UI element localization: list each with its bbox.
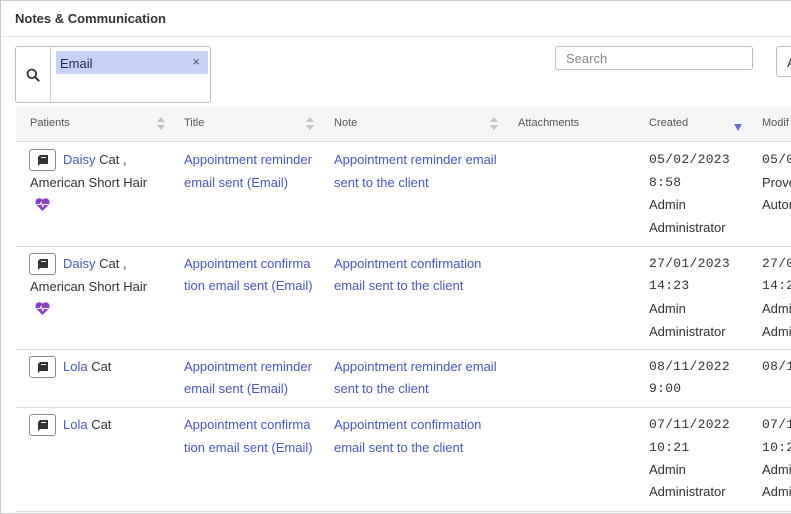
sort-descending-icon[interactable] [734,124,742,131]
sort-icon[interactable] [157,117,165,131]
created-date: 27/01/2023 [649,256,731,271]
patient-link[interactable]: Lola [63,417,88,432]
modified-date: 05/0 [762,152,791,167]
patient-breed: American Short Hair [30,279,148,294]
patient-species: Cat , [95,256,127,271]
patient-species: Cat [87,417,112,432]
note-link[interactable]: email sent to the client [334,274,463,297]
patient-breed: American Short Hair [30,175,148,190]
created-time: 14:23 [649,278,690,293]
title-link[interactable]: email sent (Email) [184,171,288,194]
heartbeat-icon [35,302,50,315]
notes-communication-panel: Notes & Communication Email × A Patients… [0,0,791,514]
column-header-created[interactable]: Created [649,117,688,129]
note-link[interactable]: Appointment reminder email [334,355,497,378]
note-link[interactable]: Appointment confirmation [334,252,481,275]
title-link[interactable]: Appointment reminder [184,355,312,378]
filter-search-button[interactable] [16,47,51,102]
column-header-modified[interactable]: Modif [762,117,789,129]
created-date: 08/11/2022 [649,359,731,374]
table-row[interactable]: Daisy Cat , American Short Hair Appointm… [16,247,791,350]
created-by: Administrator [649,484,726,499]
table-row[interactable]: Lola Cat Appointment reminder email sent… [16,350,791,408]
note-link[interactable]: sent to the client [334,377,429,400]
title-link[interactable]: Appointment reminder [184,148,312,171]
sort-icon[interactable] [490,117,498,131]
tag-filter-box[interactable]: Email × [15,46,211,103]
action-button-label: A [787,55,791,70]
title-divider [1,36,791,37]
patient-species: Cat [87,359,112,374]
created-by: Admin [649,462,686,477]
table-row[interactable]: Daisy Cat , American Short Hair Appointm… [16,143,791,247]
patient-record-button[interactable] [29,149,56,171]
filter-tag-email: Email × [56,51,208,74]
note-link[interactable]: sent to the client [334,171,429,194]
created-date: 05/02/2023 [649,152,731,167]
medical-record-icon [38,155,48,166]
medical-record-icon [38,420,48,431]
modified-date: 07/1 [762,417,791,432]
sort-icon[interactable] [306,117,314,131]
patient-species: Cat , [95,152,127,167]
created-by: Administrator [649,324,726,339]
created-by: Admin [649,197,686,212]
column-header-note[interactable]: Note [334,117,357,129]
medical-record-icon [38,259,48,270]
title-link[interactable]: email sent (Email) [184,377,288,400]
modified-date: 27/0 [762,256,791,271]
note-link[interactable]: email sent to the client [334,436,463,459]
patient-record-button[interactable] [29,253,56,275]
title-link[interactable]: tion email sent (Email) [184,274,313,297]
close-icon[interactable]: × [192,54,200,69]
created-date: 07/11/2022 [649,417,731,432]
column-header-patients[interactable]: Patients [30,117,70,129]
patient-link[interactable]: Daisy [63,152,96,167]
modified-by: Admi [762,324,791,339]
column-header-attachments: Attachments [518,117,580,129]
column-header-title[interactable]: Title [184,117,204,129]
heartbeat-icon [35,198,50,211]
created-by: Administrator [649,220,726,235]
modified-date: 08/1 [762,359,791,374]
search-icon [26,68,40,82]
created-by: Admin [649,301,686,316]
medical-record-icon [38,362,48,373]
table-header: Patients Title Note Attachments Created … [16,107,791,142]
note-link[interactable]: Appointment confirmation [334,413,481,436]
modified-by: Autor [762,197,791,212]
table-row[interactable]: Lola Cat Appointment confirma tion email… [16,408,791,512]
modified-by: Admi [762,462,791,477]
title-link[interactable]: Appointment confirma [184,252,310,275]
modified-time: 10:2 [762,440,791,455]
patient-link[interactable]: Daisy [63,256,96,271]
patient-link[interactable]: Lola [63,359,88,374]
created-time: 8:58 [649,175,682,190]
note-link[interactable]: Appointment reminder email [334,148,497,171]
filter-tag-label: Email [60,56,93,71]
created-time: 9:00 [649,381,682,396]
action-button[interactable]: A [776,46,791,77]
patient-record-button[interactable] [29,356,56,378]
title-link[interactable]: tion email sent (Email) [184,436,313,459]
modified-by: Admi [762,484,791,499]
patient-record-button[interactable] [29,414,56,436]
panel-title: Notes & Communication [15,11,166,26]
created-time: 10:21 [649,440,690,455]
search-input[interactable] [555,46,753,70]
title-link[interactable]: Appointment confirma [184,413,310,436]
modified-by: Prove [762,175,791,190]
modified-by: Admi [762,301,791,316]
modified-time: 14:2 [762,278,791,293]
